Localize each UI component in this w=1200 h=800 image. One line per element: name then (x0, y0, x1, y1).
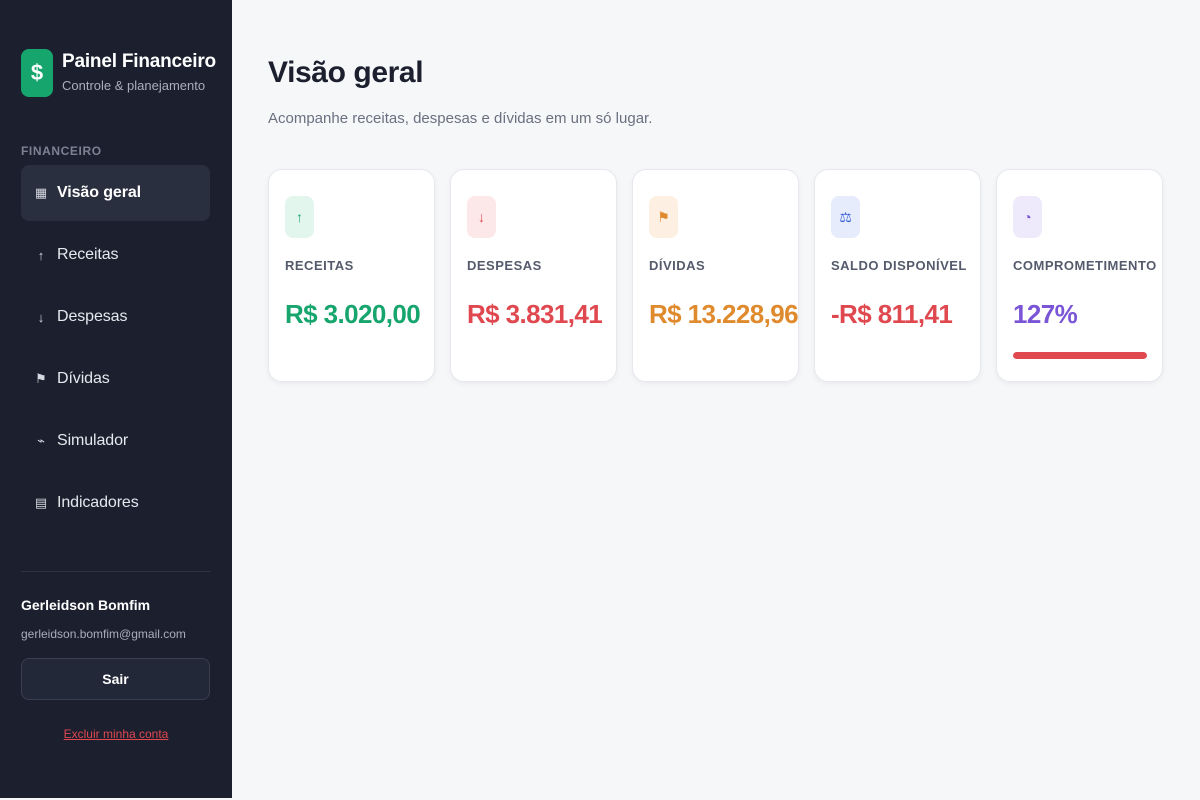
balance-icon: ⚖ (831, 196, 860, 238)
user-name: Gerleidson Bomfim (21, 597, 151, 613)
sidebar-divider (21, 571, 210, 572)
card-label: DESPESAS (467, 258, 542, 273)
brand-text: Painel Financeiro Controle & planejament… (62, 49, 216, 93)
card-receitas: ↑ RECEITAS R$ 3.020,00 (268, 169, 435, 382)
card-label: COMPROMETIMENTO (1013, 258, 1157, 273)
simulator-icon: ⌁ (37, 433, 45, 448)
sidebar-nav: ▦ Visão geral ↑ Receitas ↓ Despesas ⚑ Dí… (21, 165, 210, 537)
card-label: RECEITAS (285, 258, 354, 273)
flag-icon: ⚑ (649, 196, 678, 238)
sidebar-item-indicadores[interactable]: ▤ Indicadores (21, 475, 210, 531)
sidebar-item-visao-geral[interactable]: ▦ Visão geral (21, 165, 210, 221)
card-value: -R$ 811,41 (831, 299, 953, 329)
card-label: DÍVIDAS (649, 258, 706, 273)
arrow-up-icon: ↑ (37, 247, 45, 263)
sidebar-item-label: Simulador (57, 432, 129, 449)
delete-account-link[interactable]: Excluir minha conta (0, 727, 232, 741)
card-value: 127% (1013, 299, 1078, 329)
sidebar-item-dividas[interactable]: ⚑ Dívidas (21, 351, 210, 407)
page-title: Visão geral (268, 56, 424, 89)
arrow-up-icon: ↑ (285, 196, 314, 238)
summary-cards: ↑ RECEITAS R$ 3.020,00 ↓ DESPESAS R$ 3.8… (268, 169, 1163, 382)
sidebar: $ Painel Financeiro Controle & planejame… (0, 0, 232, 798)
brand-title: Painel Financeiro (62, 51, 216, 72)
sidebar-item-label: Dívidas (57, 370, 110, 387)
card-value: R$ 13.228,96 (649, 299, 799, 329)
sidebar-item-label: Receitas (57, 246, 119, 263)
dollar-logo-icon: $ (21, 49, 53, 97)
pie-icon: ◔ (1013, 196, 1042, 238)
flag-icon: ⚑ (35, 371, 47, 386)
card-comprometimento: ◔ COMPROMETIMENTO 127% (996, 169, 1163, 382)
sidebar-item-label: Visão geral (57, 184, 141, 201)
sidebar-item-despesas[interactable]: ↓ Despesas (21, 289, 210, 345)
arrow-down-icon: ↓ (467, 196, 496, 238)
section-label: FINANCEIRO (21, 144, 102, 158)
commitment-progress-bar (1013, 352, 1147, 359)
card-label: SALDO DISPONÍVEL (831, 258, 967, 273)
sidebar-item-simulador[interactable]: ⌁ Simulador (21, 413, 210, 469)
grid-icon: ▦ (34, 185, 48, 200)
sidebar-item-label: Indicadores (57, 494, 139, 511)
user-email: gerleidson.bomfim@gmail.com (21, 627, 186, 641)
page-subtitle: Acompanhe receitas, despesas e dívidas e… (268, 110, 653, 127)
card-despesas: ↓ DESPESAS R$ 3.831,41 (450, 169, 617, 382)
main-content: Visão geral Acompanhe receitas, despesas… (232, 0, 1200, 800)
card-value: R$ 3.831,41 (467, 299, 603, 329)
card-dividas: ⚑ DÍVIDAS R$ 13.228,96 (632, 169, 799, 382)
report-icon: ▤ (34, 495, 48, 510)
logout-button[interactable]: Sair (21, 658, 210, 700)
arrow-down-icon: ↓ (37, 309, 45, 325)
sidebar-item-label: Despesas (57, 308, 128, 325)
sidebar-item-receitas[interactable]: ↑ Receitas (21, 227, 210, 283)
brand-subtitle: Controle & planejamento (62, 78, 206, 93)
brand[interactable]: $ Painel Financeiro Controle & planejame… (21, 49, 216, 97)
card-saldo-disponivel: ⚖ SALDO DISPONÍVEL -R$ 811,41 (814, 169, 981, 382)
commitment-progress-fill (1013, 352, 1147, 359)
card-value: R$ 3.020,00 (285, 299, 421, 329)
